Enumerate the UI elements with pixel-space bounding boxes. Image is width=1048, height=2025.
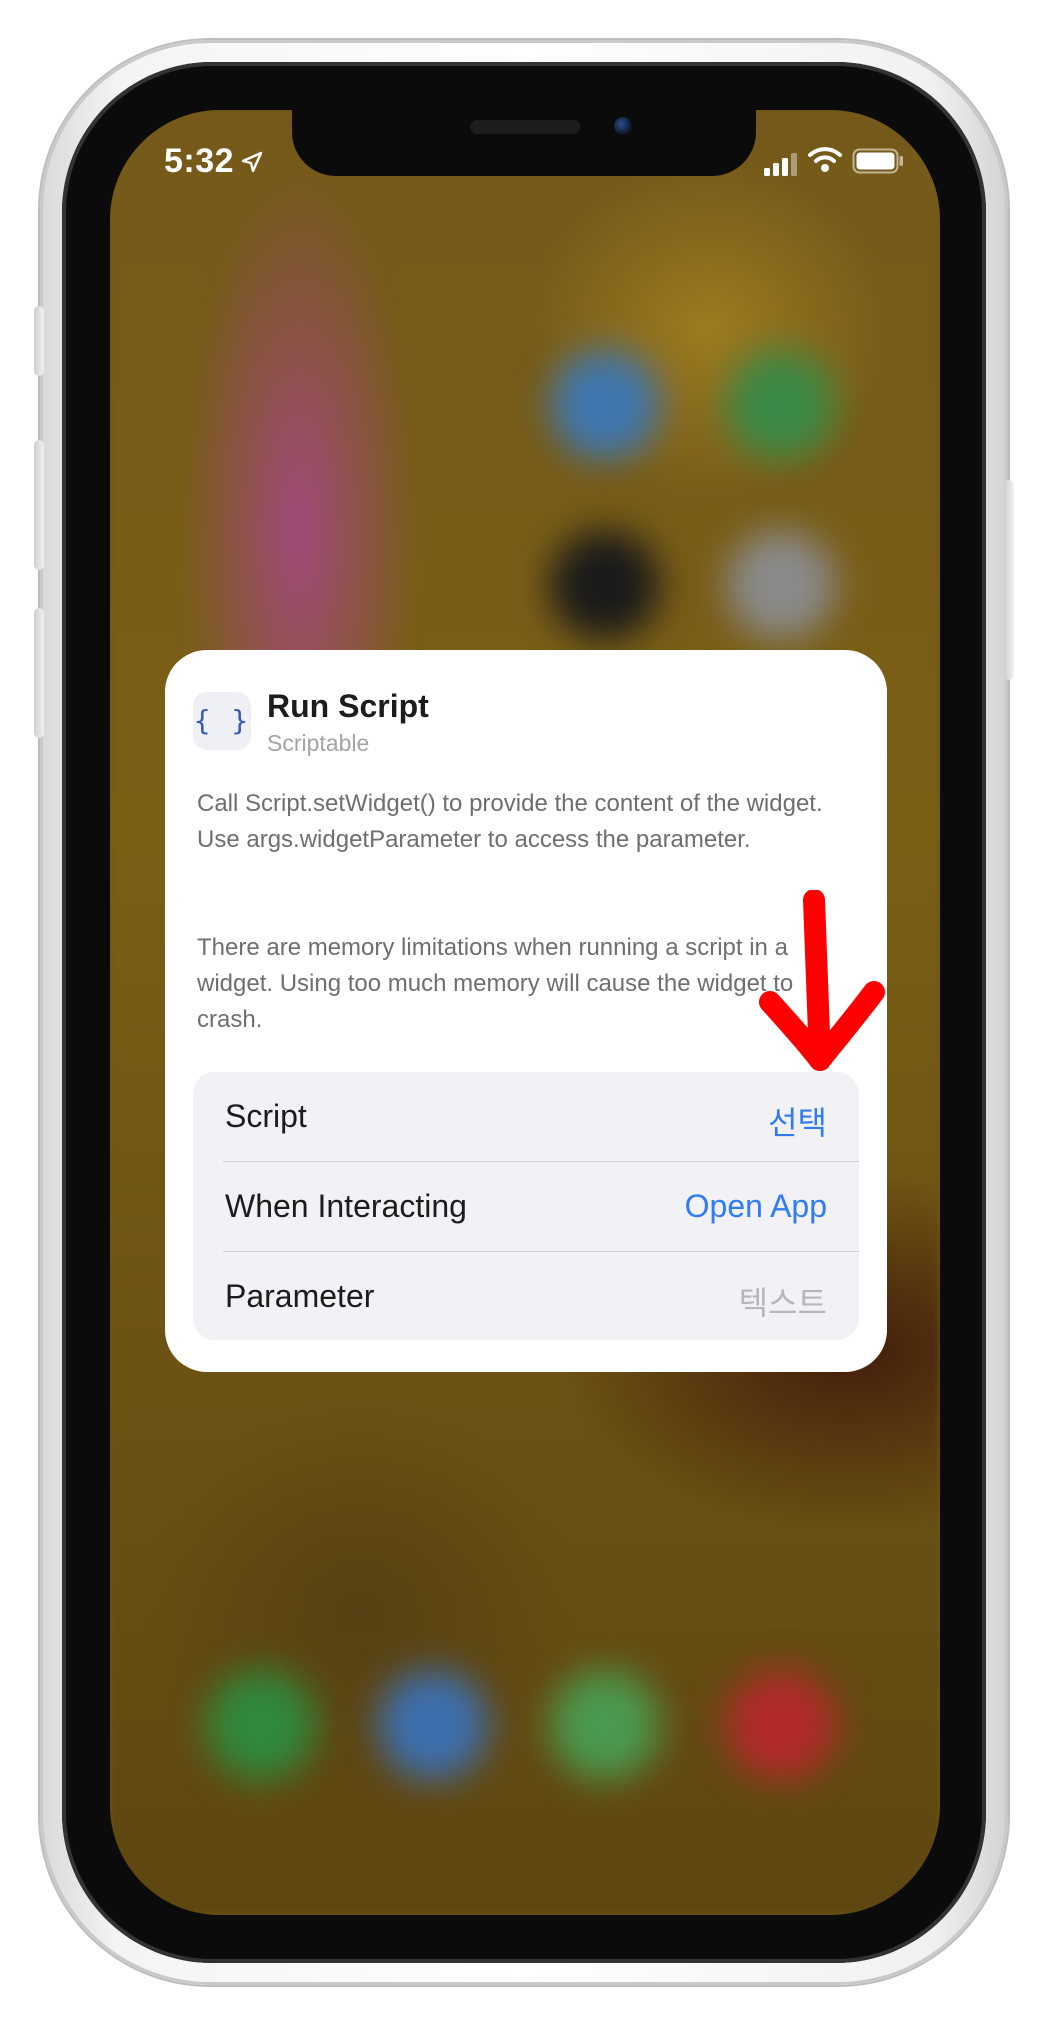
widget-settings-group: Script 선택 When Interacting Open App Para… [193, 1072, 859, 1340]
red-arrow-annotation-icon [759, 890, 885, 1071]
blurred-app-icon [726, 530, 836, 640]
volume-down-button [34, 608, 44, 738]
blurred-app-icon [550, 530, 660, 640]
setting-label: Script [225, 1098, 307, 1134]
setting-label: When Interacting [225, 1188, 467, 1224]
setting-label: Parameter [225, 1278, 375, 1314]
when-interacting-value[interactable]: Open App [685, 1188, 827, 1225]
status-time: 5:32 [164, 142, 235, 180]
setting-row-script[interactable]: Script 선택 [193, 1072, 859, 1161]
blurred-dock-icon [550, 1670, 660, 1780]
mute-switch [34, 306, 44, 376]
blurred-app-icon [726, 350, 836, 460]
widget-subtitle: Scriptable [267, 730, 370, 756]
parameter-text-field[interactable]: 텍스트 [739, 1278, 827, 1324]
cellular-signal-icon [764, 153, 797, 176]
script-choose-value[interactable]: 선택 [768, 1098, 827, 1144]
scriptable-app-icon: { } [193, 692, 251, 750]
widget-description: Call Script.setWidget() to provide the c… [197, 790, 823, 853]
widget-title: Run Script [267, 688, 429, 724]
earpiece-speaker [470, 120, 580, 134]
blurred-dock-icon [206, 1670, 316, 1780]
volume-up-button [34, 440, 44, 570]
setting-row-when-interacting[interactable]: When Interacting Open App [193, 1162, 859, 1251]
front-camera [614, 117, 632, 135]
blurred-app-icon [550, 350, 660, 460]
screenshot-stage: 5:32 { } Run Script Scriptable Call Scri… [0, 0, 1048, 2025]
power-button [1004, 480, 1014, 680]
location-arrow-icon [241, 151, 263, 173]
setting-row-parameter[interactable]: Parameter 텍스트 [193, 1252, 859, 1340]
blurred-dock-icon [378, 1670, 488, 1780]
blurred-dock-icon [726, 1670, 836, 1780]
battery-icon [852, 148, 903, 174]
wifi-icon [808, 147, 842, 172]
